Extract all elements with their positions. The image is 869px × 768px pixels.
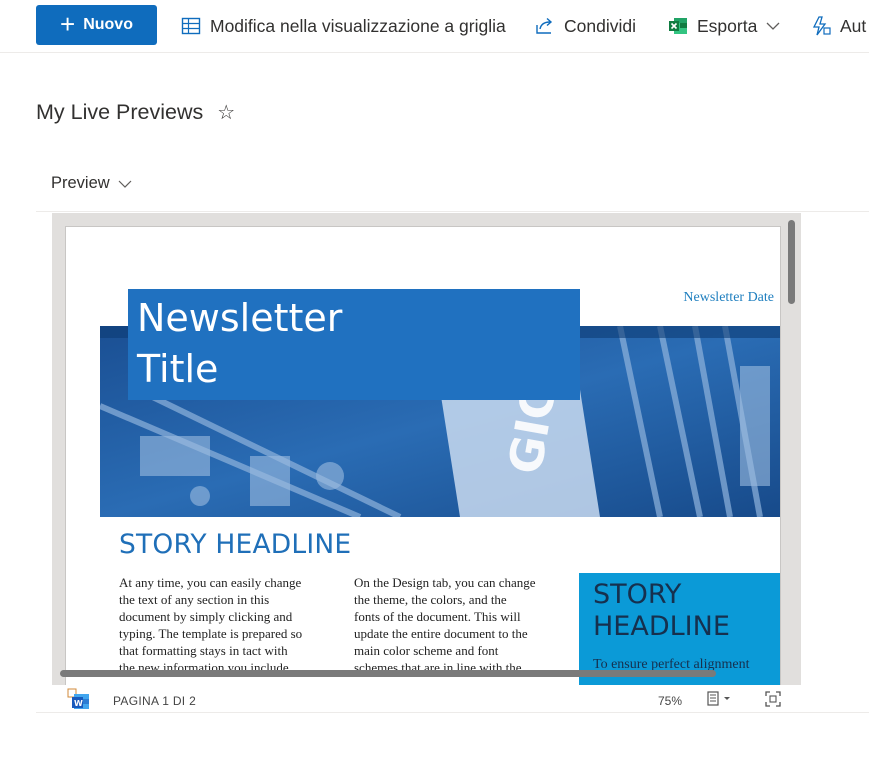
text-line: the text of any section in this — [119, 592, 270, 607]
new-button[interactable]: + Nuovo — [36, 5, 157, 45]
story-column-1: At any time, you can easily change the t… — [119, 574, 335, 676]
text-line: that formatting stays in tact with — [119, 643, 288, 658]
list-header: My Live Previews ☆ — [36, 100, 235, 125]
text-line: main color scheme and font — [354, 643, 499, 658]
zoom-level[interactable]: 75% — [658, 694, 682, 708]
document-page: GIGA Newsletter Title Newsletter Date ST… — [65, 226, 781, 685]
svg-text:W: W — [74, 699, 83, 708]
share-icon — [536, 17, 553, 34]
fullscreen-icon[interactable] — [765, 691, 781, 707]
sidebar-headline-line2: HEADLINE — [593, 611, 730, 642]
horizontal-scrollbar[interactable] — [60, 670, 716, 677]
text-line: the theme, the colors, and the — [354, 592, 507, 607]
viewer-status-bar: W PAGINA 1 DI 2 75% — [52, 686, 801, 712]
command-bar: + Nuovo Modifica nella visualizzazione a… — [0, 0, 869, 53]
automate-button[interactable]: Aut — [811, 14, 866, 38]
newsletter-title-line2: Title — [137, 347, 219, 391]
reading-view-icon[interactable] — [706, 691, 734, 707]
plus-icon: + — [60, 8, 76, 39]
sidebar-story-box: STORY HEADLINE To ensure perfect alignme… — [579, 573, 780, 685]
new-button-label: Nuovo — [83, 16, 133, 33]
export-button[interactable]: Esporta — [668, 14, 780, 38]
grid-icon — [181, 17, 201, 35]
newsletter-title: Newsletter Title — [137, 293, 342, 395]
excel-icon — [669, 18, 687, 34]
text-line: fonts of the document. This will — [354, 609, 521, 624]
story-headline: STORY HEADLINE — [119, 529, 352, 560]
text-line: document by simply clicking and — [119, 609, 293, 624]
newsletter-title-box: Newsletter Title — [128, 289, 580, 400]
page-indicator: PAGINA 1 DI 2 — [113, 694, 197, 708]
newsletter-title-line1: Newsletter — [137, 296, 343, 340]
share-label: Condividi — [564, 15, 636, 36]
column-header-label: Preview — [51, 174, 110, 192]
divider — [36, 712, 869, 713]
sidebar-headline: STORY HEADLINE — [593, 579, 730, 643]
divider — [36, 211, 869, 212]
grid-edit-label: Modifica nella visualizzazione a griglia — [210, 15, 506, 36]
text-line: update the entire document to the — [354, 626, 528, 641]
column-header-preview[interactable]: Preview — [51, 174, 132, 193]
text-line: typing. The template is prepared so — [119, 626, 303, 641]
text-line: On the Design tab, you can change — [354, 575, 536, 590]
newsletter-date: Newsletter Date — [683, 290, 774, 305]
sidebar-headline-line1: STORY — [593, 579, 682, 610]
chevron-down-icon — [766, 22, 780, 30]
export-label: Esporta — [697, 15, 758, 36]
share-button[interactable]: Condividi — [535, 14, 636, 38]
vertical-scrollbar[interactable] — [788, 220, 795, 304]
star-icon[interactable]: ☆ — [217, 100, 235, 125]
automate-icon — [812, 16, 831, 36]
document-preview[interactable]: GIGA Newsletter Title Newsletter Date ST… — [52, 213, 801, 685]
word-icon: W — [67, 688, 89, 709]
story-column-2: On the Design tab, you can change the th… — [354, 574, 570, 676]
grid-edit-button[interactable]: Modifica nella visualizzazione a griglia — [181, 14, 506, 38]
chevron-down-icon — [118, 180, 132, 188]
automate-label: Aut — [840, 15, 867, 36]
text-line: At any time, you can easily change — [119, 575, 302, 590]
page-title: My Live Previews — [36, 100, 204, 124]
